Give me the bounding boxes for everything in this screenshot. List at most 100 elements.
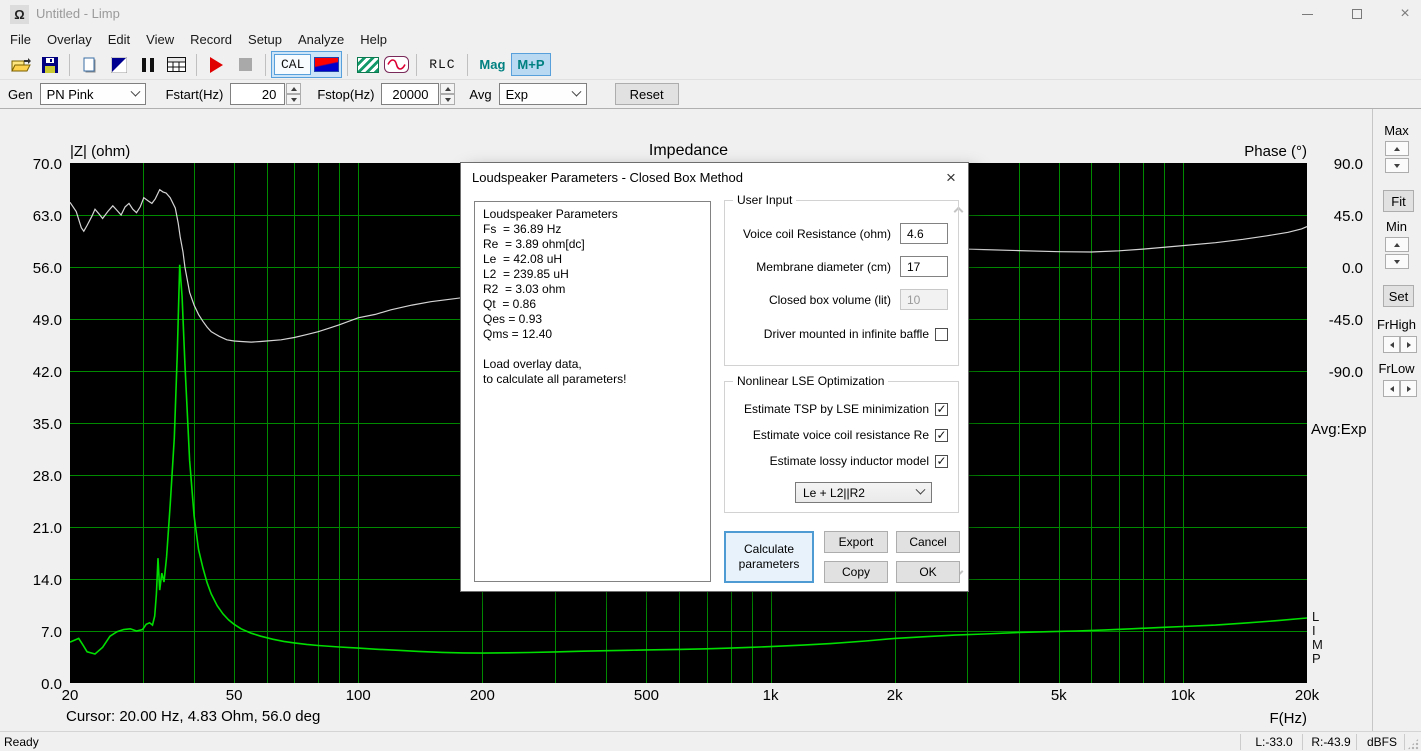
- field-input-1[interactable]: 4.6: [900, 223, 948, 244]
- spin-down-icon: [1394, 260, 1400, 264]
- spin-down-icon: [1394, 164, 1400, 168]
- chevron-down-icon: [571, 86, 581, 96]
- menu-item-overlay[interactable]: Overlay: [39, 30, 100, 49]
- pause-button[interactable]: [133, 52, 162, 77]
- spin-right-icon: [1407, 386, 1411, 392]
- dialog-title: Loudspeaker Parameters - Closed Box Meth…: [461, 163, 968, 192]
- set-button[interactable]: Set: [1383, 285, 1414, 307]
- field-input-2[interactable]: 17: [900, 256, 948, 277]
- generator-button[interactable]: [382, 52, 411, 77]
- resize-grip[interactable]: [1407, 738, 1419, 750]
- fstop-spinner[interactable]: [440, 83, 455, 105]
- save-button[interactable]: [35, 52, 64, 77]
- baffle-label: Driver mounted in infinite baffle: [764, 327, 929, 341]
- magnitude-view-button[interactable]: Mag: [473, 52, 511, 77]
- fstart-input[interactable]: 20: [230, 83, 285, 105]
- menu-item-help[interactable]: Help: [352, 30, 395, 49]
- spin-up-icon: [291, 87, 297, 91]
- max-spinner[interactable]: [1385, 141, 1409, 173]
- lse-checkbox-2[interactable]: ✓: [935, 429, 948, 442]
- toolbar-separator: [265, 54, 266, 76]
- inductor-model-select[interactable]: Le + L2||R2: [795, 482, 932, 503]
- impedance-graph-icon[interactable]: [314, 57, 339, 72]
- lse-checkbox-1[interactable]: ✓: [935, 403, 948, 416]
- y-left-tick: 42.0: [0, 364, 62, 381]
- generator-type-select[interactable]: PN Pink: [40, 83, 146, 105]
- calculate-parameters-button[interactable]: Calculate parameters: [724, 531, 814, 583]
- minimize-button[interactable]: [1290, 0, 1324, 28]
- table-view-button[interactable]: [162, 52, 191, 77]
- open-file-button[interactable]: [6, 52, 35, 77]
- app-icon: Ω: [10, 5, 29, 24]
- status-text: Ready: [4, 735, 39, 749]
- magnitude-phase-view-button[interactable]: M+P: [511, 53, 550, 76]
- field-label: Membrane diameter (cm): [756, 260, 891, 274]
- fstop-input[interactable]: 20000: [381, 83, 439, 105]
- x-tick: 20: [62, 687, 79, 704]
- spin-up-icon: [1394, 243, 1400, 247]
- spin-right-icon: [1407, 342, 1411, 348]
- export-button[interactable]: Export: [824, 531, 888, 553]
- maximize-button[interactable]: [1340, 0, 1374, 28]
- fr-overlay-button[interactable]: [353, 52, 382, 77]
- fstop-value: 20000: [392, 87, 428, 102]
- fstart-label: Fstart(Hz): [166, 87, 224, 102]
- spin-down-icon: [445, 98, 451, 102]
- minimize-icon: [1302, 14, 1313, 15]
- frhigh-spinner[interactable]: [1383, 336, 1417, 353]
- y-right-axis-title: Phase (°): [1155, 143, 1307, 160]
- menu-item-file[interactable]: File: [2, 30, 39, 49]
- rlc-label: RLC: [429, 57, 455, 72]
- fit-button[interactable]: Fit: [1383, 190, 1414, 212]
- status-bar: Ready L:-33.0 R:-43.9 dBFS: [0, 731, 1421, 751]
- overlay-button[interactable]: [104, 52, 133, 77]
- frlow-spinner[interactable]: [1383, 380, 1417, 397]
- menu-item-analyze[interactable]: Analyze: [290, 30, 352, 49]
- lse-checkbox-3[interactable]: ✓: [935, 455, 948, 468]
- fstart-spinner[interactable]: [286, 83, 301, 105]
- loudspeaker-parameters-dialog: Loudspeaker Parameters - Closed Box Meth…: [460, 162, 969, 592]
- close-icon: ×: [1400, 5, 1409, 23]
- menu-item-record[interactable]: Record: [182, 30, 240, 49]
- user-input-group-title: User Input: [733, 193, 796, 207]
- min-spinner[interactable]: [1385, 237, 1409, 269]
- spin-down-icon: [291, 98, 297, 102]
- dialog-close-button[interactable]: ×: [934, 163, 968, 192]
- sine-wave-icon: [384, 56, 409, 73]
- y-left-tick: 21.0: [0, 520, 62, 537]
- close-button[interactable]: ×: [1388, 0, 1421, 28]
- avg-mode-label: Avg:Exp: [1311, 421, 1367, 438]
- user-input-group: User Input Voice coil Resistance (ohm)4.…: [724, 200, 959, 366]
- baffle-checkbox[interactable]: [935, 328, 948, 341]
- lse-optimization-group: Nonlinear LSE Optimization Estimate TSP …: [724, 381, 959, 513]
- rlc-button[interactable]: RLC: [422, 52, 462, 77]
- copy-image-button[interactable]: [75, 52, 104, 77]
- user-input-row: Voice coil Resistance (ohm)4.6: [743, 223, 948, 244]
- parameters-results-box[interactable]: Loudspeaker Parameters Fs = 36.89 Hz Re …: [474, 201, 711, 582]
- cal-button[interactable]: CAL: [274, 54, 311, 75]
- ok-button[interactable]: OK: [896, 561, 960, 583]
- cancel-button[interactable]: Cancel: [896, 531, 960, 553]
- reset-button[interactable]: Reset: [615, 83, 679, 105]
- status-separator: [1302, 734, 1303, 750]
- x-tick: 100: [346, 687, 371, 704]
- copy-button[interactable]: Copy: [824, 561, 888, 583]
- record-stop-button[interactable]: [231, 52, 260, 77]
- record-start-button[interactable]: [202, 52, 231, 77]
- triangle-overlay-icon: [111, 57, 127, 73]
- watermark-letter: I: [1312, 624, 1323, 638]
- avg-label: Avg: [469, 87, 491, 102]
- close-icon: ×: [946, 168, 956, 188]
- menu-item-view[interactable]: View: [138, 30, 182, 49]
- x-tick: 1k: [763, 687, 779, 704]
- menu-item-edit[interactable]: Edit: [100, 30, 138, 49]
- frlow-label: FrLow: [1372, 361, 1421, 376]
- y-left-tick: 28.0: [0, 468, 62, 485]
- lse-option-row: Estimate voice coil resistance Re✓: [753, 428, 948, 442]
- generator-type-value: PN Pink: [47, 87, 94, 102]
- x-tick: 10k: [1171, 687, 1195, 704]
- y-left-tick: 56.0: [0, 260, 62, 277]
- avg-select[interactable]: Exp: [499, 83, 587, 105]
- watermark-letter: L: [1312, 610, 1323, 624]
- menu-item-setup[interactable]: Setup: [240, 30, 290, 49]
